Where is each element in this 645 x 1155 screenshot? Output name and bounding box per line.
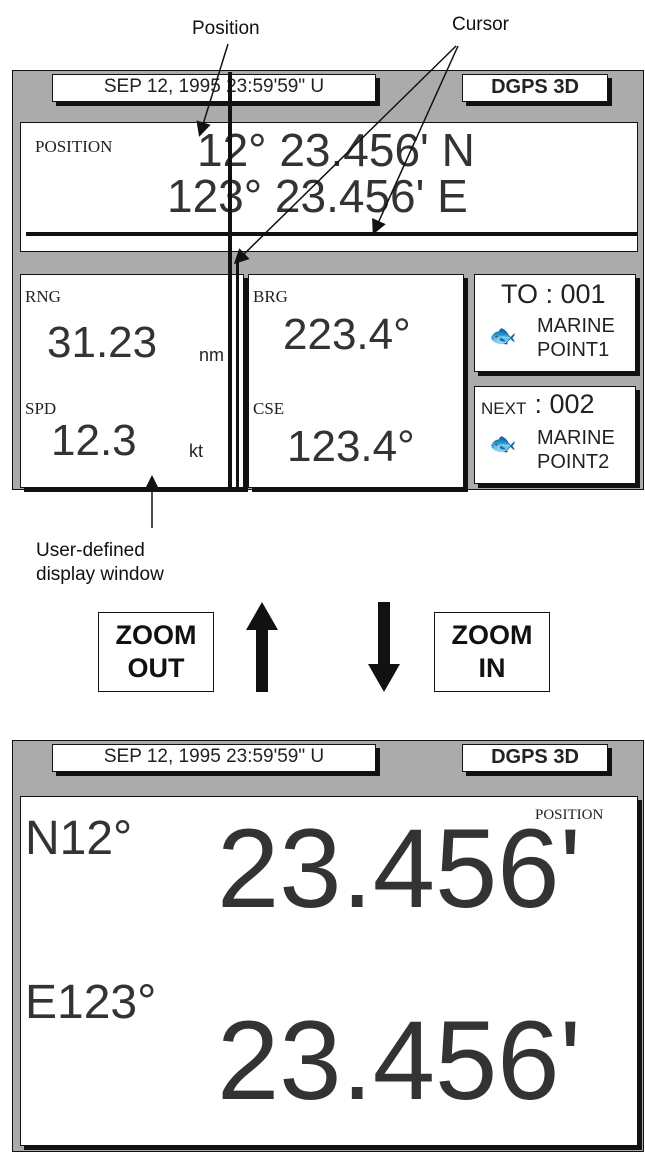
longitude-minutes: 23.456' <box>217 998 581 1123</box>
gps-status-tab: DGPS 3D <box>462 744 608 772</box>
position-arrow <box>196 43 229 137</box>
zoom-in-line1: ZOOM <box>451 620 533 650</box>
zoom-out-button[interactable]: ZOOM OUT <box>98 612 214 692</box>
zoom-out-line2: OUT <box>127 653 185 683</box>
cursor-arrow-2 <box>372 45 459 235</box>
zoom-out-line1: ZOOM <box>115 620 197 650</box>
datetime-tab: SEP 12, 1995 23:59'59" U <box>52 744 376 772</box>
arrow-down-icon <box>368 602 400 692</box>
user-defined-annotation-line2: display window <box>36 564 164 585</box>
zoom-in-line2: IN <box>478 653 506 683</box>
annotation-arrows <box>144 43 459 528</box>
user-defined-annotation-line1: User-defined <box>36 540 145 561</box>
cursor-arrow-1 <box>233 45 457 265</box>
longitude-degrees: E123° <box>25 976 157 1029</box>
latitude-minutes: 23.456' <box>217 806 581 931</box>
arrow-up-icon <box>246 602 278 692</box>
zoom-in-button[interactable]: ZOOM IN <box>434 612 550 692</box>
position-zoomed-panel: POSITION N12° 23.456' E123° 23.456' <box>20 796 638 1146</box>
latitude-degrees: N12° <box>25 812 133 865</box>
